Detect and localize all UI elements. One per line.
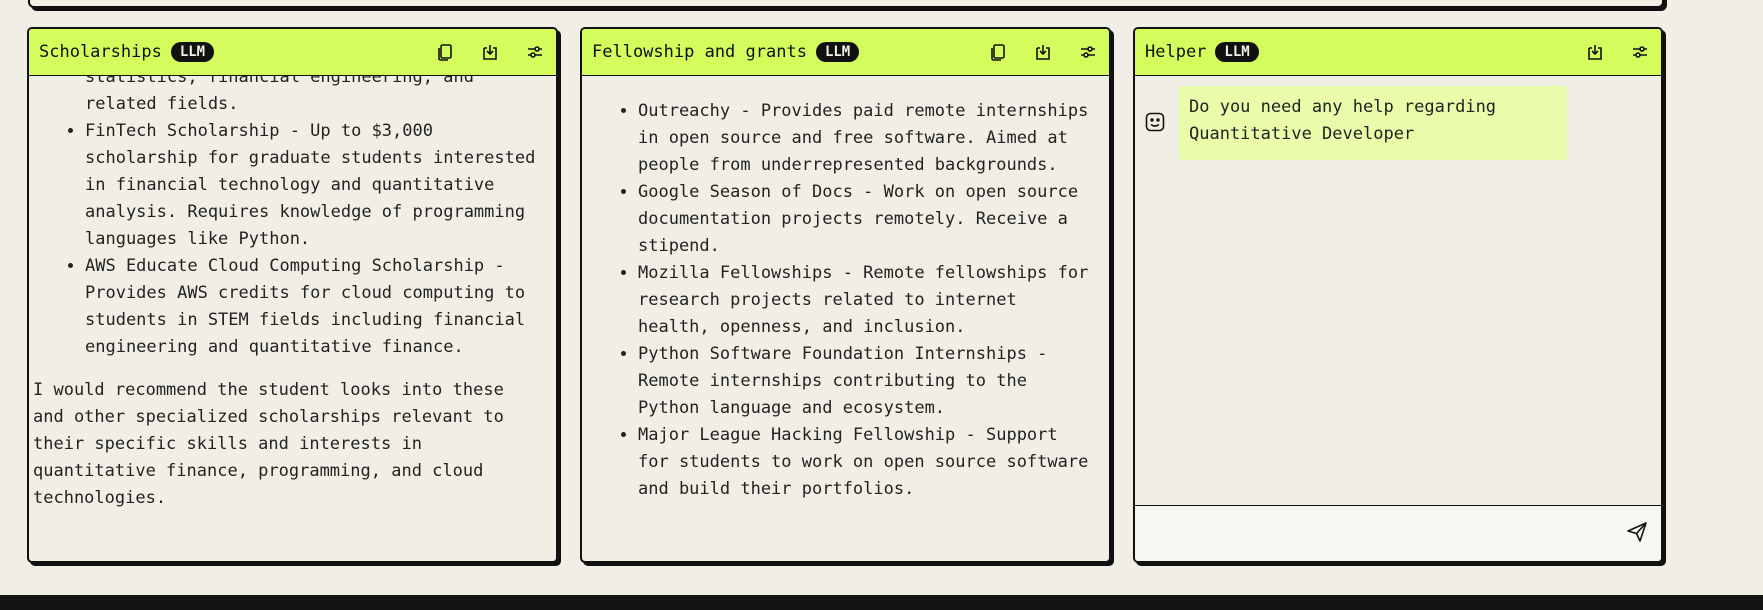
copy-icon[interactable] xyxy=(987,41,1009,63)
bot-face-icon xyxy=(1144,111,1166,133)
assistant-message: Do you need any help regarding Quantitat… xyxy=(1179,86,1567,160)
copy-icon[interactable] xyxy=(434,41,456,63)
llm-badge: LLM xyxy=(170,42,215,62)
panel-title: Scholarships xyxy=(39,42,162,62)
llm-badge: LLM xyxy=(1215,42,1259,62)
sliders-icon[interactable] xyxy=(524,41,546,63)
list-item: statistics, financial engineering, and r… xyxy=(85,76,474,114)
panel-body: Outreachy - Provides paid remote interns… xyxy=(582,76,1109,561)
helper-panel: Helper LLM Do you need any help regardin… xyxy=(1133,27,1663,563)
panel-body: statistics, financial engineering, and r… xyxy=(29,76,556,561)
export-icon[interactable] xyxy=(1584,41,1606,63)
list-item: Outreachy - Provides paid remote interns… xyxy=(638,98,1093,179)
chat-area: Do you need any help regarding Quantitat… xyxy=(1135,76,1661,506)
fellowship-panel: Fellowship and grants LLM Outreachy - Pr… xyxy=(580,27,1111,563)
panel-header: Fellowship and grants LLM xyxy=(582,29,1109,76)
chat-input[interactable] xyxy=(1145,514,1589,554)
recommendation-paragraph: I would recommend the student looks into… xyxy=(33,380,504,508)
panel-header: Helper LLM xyxy=(1135,29,1661,76)
chat-input-row xyxy=(1135,505,1661,561)
list-item: Mozilla Fellowships - Remote fellowships… xyxy=(638,260,1093,341)
panel-header: Scholarships LLM xyxy=(29,29,556,76)
sliders-icon[interactable] xyxy=(1077,41,1099,63)
export-icon[interactable] xyxy=(479,41,501,63)
scholarship-list: statistics, financial engineering, and r… xyxy=(45,76,538,361)
bottom-bar xyxy=(0,595,1763,610)
llm-badge: LLM xyxy=(815,42,860,62)
scholarships-panel: Scholarships LLM statistics, financial e… xyxy=(27,27,558,563)
list-item: Major League Hacking Fellowship - Suppor… xyxy=(638,422,1093,503)
send-icon[interactable] xyxy=(1625,520,1649,544)
previous-panel-edge xyxy=(28,0,1664,8)
list-item: FinTech Scholarship - Up to $3,000 schol… xyxy=(85,118,538,253)
list-item: AWS Educate Cloud Computing Scholarship … xyxy=(85,253,538,361)
sliders-icon[interactable] xyxy=(1629,41,1651,63)
panel-title: Fellowship and grants xyxy=(592,42,807,62)
list-item: Google Season of Docs - Work on open sou… xyxy=(638,179,1093,260)
panel-title: Helper xyxy=(1145,42,1207,62)
list-item: Python Software Foundation Internships -… xyxy=(638,341,1093,422)
fellowship-list: Outreachy - Provides paid remote interns… xyxy=(598,98,1093,503)
export-icon[interactable] xyxy=(1032,41,1054,63)
